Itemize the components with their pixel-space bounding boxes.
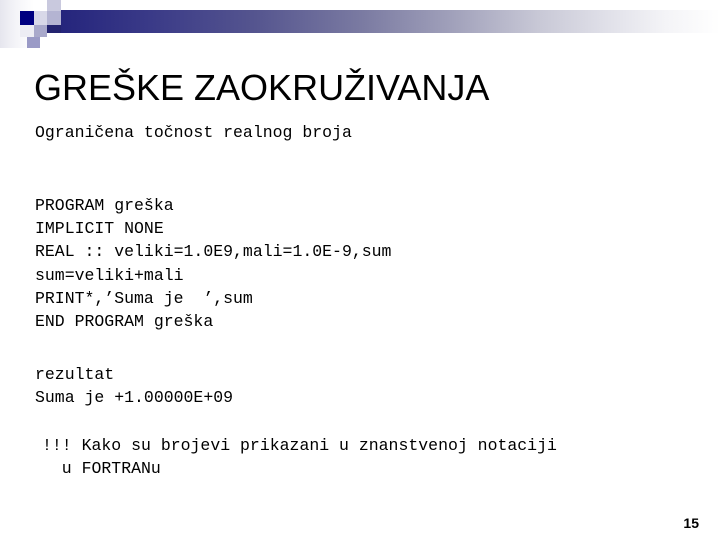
code-line: REAL :: veliki=1.0E9,mali=1.0E-9,sum — [35, 242, 392, 262]
square-navy-lower — [47, 25, 61, 33]
square-pale-lower — [20, 25, 34, 37]
note-line: u FORTRANu — [42, 459, 161, 479]
square-pale-top — [47, 0, 61, 11]
output-line: Suma je +1.00000E+09 — [35, 388, 234, 408]
slide-header-decoration — [0, 0, 720, 48]
program-output-block: rezultat Suma je +1.00000E+09 — [35, 363, 233, 409]
square-medium-mid — [47, 11, 61, 25]
slide-subtitle: Ograničena točnost realnog broja — [35, 123, 352, 142]
code-line: sum=veliki+mali — [35, 265, 184, 285]
square-mid-lower — [34, 25, 47, 37]
code-line: IMPLICIT NONE — [35, 219, 164, 239]
question-note-block: !!! Kako su brojevi prikazani u znanstve… — [42, 434, 557, 480]
code-line: PRINT*,’Suma je ’,sum — [35, 288, 253, 308]
header-gradient-bar — [47, 10, 720, 33]
fortran-code-block: PROGRAM greškaIMPLICIT NONEREAL :: velik… — [35, 194, 391, 333]
output-line: rezultat — [35, 365, 115, 384]
slide: GREŠKE ZAOKRUŽIVANJA Ograničena točnost … — [0, 0, 720, 540]
code-line: END PROGRAM greška — [35, 312, 214, 332]
square-light-mid — [34, 11, 47, 25]
square-bottom-blue — [27, 37, 40, 48]
code-line: PROGRAM greška — [35, 196, 174, 215]
note-line: !!! Kako su brojevi prikazani u znanstve… — [42, 436, 557, 455]
page-title: GREŠKE ZAOKRUŽIVANJA — [34, 67, 490, 108]
page-number: 15 — [683, 515, 699, 531]
